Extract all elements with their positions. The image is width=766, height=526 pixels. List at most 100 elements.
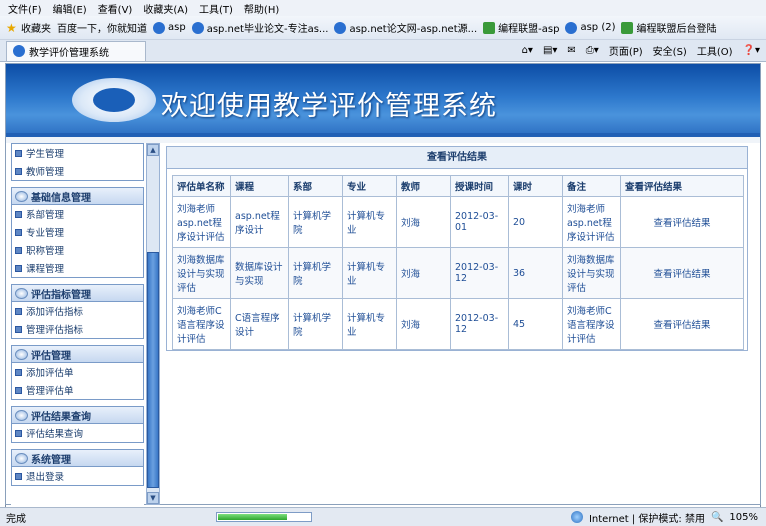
bullet-icon [15, 368, 22, 376]
sidebar-scrollbar[interactable]: ▲ ▼ [146, 143, 160, 505]
bullet-icon [15, 386, 22, 394]
menu-help[interactable]: 帮助(H) [244, 1, 279, 16]
page-menu[interactable]: 页面(P) [609, 43, 643, 58]
ie-icon [153, 21, 165, 34]
sidebar-item-label: 课程管理 [26, 264, 65, 275]
sidebar-group-header[interactable]: 评估结果查询 [12, 407, 143, 424]
sidebar-item-teachers[interactable]: 教师管理 [12, 162, 143, 180]
sidebar-group-header[interactable]: 系统管理 [12, 450, 143, 467]
sidebar-item-label: 教师管理 [26, 167, 65, 178]
zoom-level[interactable]: 105% [729, 512, 758, 523]
favorite-link-admin-login[interactable]: 编程联盟后台登陆 [621, 20, 716, 35]
sidebar-item-label: 添加评估指标 [26, 307, 84, 318]
column-header: 评估单名称 [172, 175, 231, 197]
sidebar-group-header[interactable]: 评估管理 [12, 346, 143, 363]
sidebar-item-query-results[interactable]: 评估结果查询 [12, 424, 143, 442]
sidebar-group-title: 评估指标管理 [31, 289, 91, 301]
sidebar-item-label: 职称管理 [26, 246, 65, 257]
results-panel: 查看评估结果 评估单名称 课程 系部 专业 教师 授课时间 课时 备注 查看评估… [166, 146, 748, 351]
sidebar-group-title: 评估管理 [31, 350, 71, 362]
sidebar-item-titles[interactable]: 职称管理 [12, 241, 143, 259]
menu-view[interactable]: 查看(V) [98, 1, 133, 16]
bullet-icon [15, 325, 22, 333]
table-row: 刘海数据库设计与实现评估 数据库设计与实现 计算机学院 计算机专业 刘海 201… [172, 247, 744, 299]
sidebar-item-departments[interactable]: 系部管理 [12, 205, 143, 223]
help-icon[interactable]: ❓▾ [743, 45, 760, 56]
menu-edit[interactable]: 编辑(E) [53, 1, 87, 16]
sidebar-item-add-indicator[interactable]: 添加评估指标 [12, 302, 143, 320]
favorite-link-biancheng[interactable]: 编程联盟-asp [483, 20, 559, 35]
bullet-icon [15, 472, 22, 480]
cell-major: 计算机专业 [342, 196, 397, 248]
ie-icon [334, 21, 347, 34]
cell-course: asp.net程序设计 [230, 196, 289, 248]
favorite-link-asp[interactable]: asp [153, 21, 186, 34]
column-header: 授课时间 [450, 175, 509, 197]
sidebar-item-manage-evaluations[interactable]: 管理评估单 [12, 381, 143, 399]
ie-icon [565, 21, 578, 34]
scroll-down-icon[interactable]: ▼ [147, 492, 159, 504]
cell-teacher: 刘海 [396, 298, 451, 350]
scroll-up-icon[interactable]: ▲ [147, 144, 159, 156]
view-result-link[interactable]: 查看评估结果 [620, 247, 744, 299]
cell-department: 计算机学院 [288, 196, 343, 248]
cell-department: 计算机学院 [288, 247, 343, 299]
scrollbar-thumb[interactable] [147, 252, 159, 488]
star-icon [15, 409, 28, 421]
favorite-link-label: asp.net论文网-asp.net源... [349, 24, 478, 35]
cell-note: 刘海数据库设计与实现评估 [562, 247, 621, 299]
favorite-link-aspnet-site[interactable]: asp.net论文网-asp.net源... [334, 20, 477, 35]
star-icon [15, 452, 28, 464]
home-icon[interactable]: ⌂▾ [522, 45, 533, 56]
cell-name: 刘海数据库设计与实现评估 [172, 247, 231, 299]
bullet-icon [15, 210, 22, 218]
favorite-link-label: asp (2) [580, 22, 616, 33]
favorites-button[interactable]: ★ 收藏夹 [6, 20, 51, 36]
sidebar-group-header[interactable]: 评估指标管理 [12, 285, 143, 302]
feed-icon[interactable]: ▤▾ [543, 45, 557, 56]
sidebar-item-add-evaluation[interactable]: 添加评估单 [12, 363, 143, 381]
site-icon [621, 21, 634, 34]
print-icon[interactable]: ⎙▾ [586, 45, 599, 56]
menu-tools[interactable]: 工具(T) [199, 1, 233, 16]
tools-menu[interactable]: 工具(O) [697, 43, 733, 58]
results-table: 评估单名称 课程 系部 专业 教师 授课时间 课时 备注 查看评估结果 刘海老师… [172, 175, 744, 350]
sidebar-item-students[interactable]: 学生管理 [12, 144, 143, 162]
cell-note: 刘海老师asp.net程序设计评估 [562, 196, 621, 248]
banner-title: 欢迎使用教学评价管理系统 [161, 91, 497, 122]
sidebar-group-basic: 基础信息管理 系部管理 专业管理 职称管理 课程管理 [11, 187, 144, 278]
bullet-icon [15, 228, 22, 236]
cell-major: 计算机专业 [342, 247, 397, 299]
menu-favorites[interactable]: 收藏夹(A) [143, 1, 188, 16]
bullet-icon [15, 307, 22, 315]
table-header-row: 评估单名称 课程 系部 专业 教师 授课时间 课时 备注 查看评估结果 [172, 175, 744, 197]
star-icon [15, 348, 28, 360]
sidebar-item-label: 学生管理 [26, 149, 65, 160]
browser-tab[interactable]: 教学评价管理系统 [6, 40, 146, 61]
status-text: 完成 [6, 513, 26, 525]
favorite-link-asp2[interactable]: asp (2) [565, 21, 616, 34]
sidebar-item-manage-indicators[interactable]: 管理评估指标 [12, 320, 143, 338]
sidebar-item-label: 添加评估单 [26, 368, 74, 379]
zoom-icon[interactable]: 🔍 [711, 512, 723, 523]
cell-hours: 20 [508, 196, 563, 248]
sidebar-group-header[interactable]: 基础信息管理 [12, 188, 143, 205]
cell-name: 刘海老师asp.net程序设计评估 [172, 196, 231, 248]
view-result-link[interactable]: 查看评估结果 [620, 196, 744, 248]
column-header: 查看评估结果 [620, 175, 744, 197]
cell-name: 刘海老师C语言程序设计评估 [172, 298, 231, 350]
table-row: 刘海老师asp.net程序设计评估 asp.net程序设计 计算机学院 计算机专… [172, 196, 744, 248]
sidebar-item-logout[interactable]: 退出登录 [12, 467, 143, 485]
favorite-link-baidu[interactable]: 百度一下，你就知道 [5, 20, 761, 521]
security-zone[interactable]: Internet | 保护模式: 禁用 [589, 510, 705, 525]
bullet-icon [15, 149, 22, 157]
mail-icon[interactable]: ✉ [567, 45, 575, 56]
view-result-link[interactable]: 查看评估结果 [620, 298, 744, 350]
cell-major: 计算机专业 [342, 298, 397, 350]
sidebar-item-courses[interactable]: 课程管理 [12, 259, 143, 277]
sidebar-item-majors[interactable]: 专业管理 [12, 223, 143, 241]
menu-file[interactable]: 文件(F) [8, 1, 42, 16]
safety-menu[interactable]: 安全(S) [653, 43, 687, 58]
favorite-link-aspnet-thesis[interactable]: asp.net毕业论文-专注as... [191, 20, 328, 35]
sidebar-group-title: 评估结果查询 [31, 411, 91, 423]
